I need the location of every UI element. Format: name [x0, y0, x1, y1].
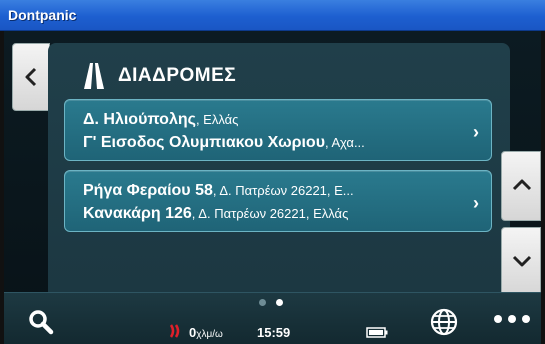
route-item[interactable]: Δ. Ηλιούπολης, Ελλάς Γ' Εισοδος Ολυμπιακ…	[64, 99, 492, 161]
more-dot	[522, 315, 530, 323]
more-dot	[494, 315, 502, 323]
route-destination: Κανακάρη 126, Δ. Πατρέων 26221, Ελλάς	[83, 205, 455, 223]
window-titlebar: Dontpanic	[0, 0, 545, 31]
route-destination: Γ' Εισοδος Ολυμπιακου Χωριου, Αχα...	[83, 134, 455, 152]
bottom-toolbar: 0χλμ/ω 15:59	[4, 292, 541, 344]
chevron-down-icon	[512, 255, 532, 267]
chevron-left-icon	[25, 67, 37, 87]
clock: 15:59	[257, 325, 291, 340]
road-icon	[84, 63, 104, 89]
chevron-right-icon: ›	[473, 193, 479, 213]
route-destination-detail: , Αχα...	[325, 135, 365, 150]
navigation-screen: ΔΙΑΔΡΟΜΕΣ Δ. Ηλιούπολης, Ελλάς Γ' Εισοδο…	[4, 31, 541, 344]
page-indicator	[259, 299, 283, 306]
window-title: Dontpanic	[8, 7, 77, 23]
more-icon[interactable]	[494, 315, 530, 323]
page-dot-active	[276, 299, 283, 306]
route-item[interactable]: Ρήγα Φεραίου 58, Δ. Πατρέων 26221, Ε... …	[64, 170, 492, 232]
scroll-up-button[interactable]	[501, 151, 541, 221]
panel-title: ΔΙΑΔΡΟΜΕΣ	[118, 65, 237, 86]
routes-panel: ΔΙΑΔΡΟΜΕΣ Δ. Ηλιούπολης, Ελλάς Γ' Εισοδο…	[48, 43, 510, 315]
more-dot	[508, 315, 516, 323]
battery-icon	[366, 327, 388, 338]
route-origin-detail: , Δ. Πατρέων 26221, Ε...	[212, 183, 354, 198]
page-dot	[259, 299, 266, 306]
search-icon[interactable]	[28, 309, 54, 335]
scroll-down-button[interactable]	[501, 227, 541, 297]
route-origin-street: Ρήγα Φεραίου 58	[83, 182, 213, 199]
route-destination-detail: , Δ. Πατρέων 26221, Ελλάς	[191, 206, 349, 221]
route-origin-street: Δ. Ηλιούπολης	[83, 111, 196, 128]
route-origin: Ρήγα Φεραίου 58, Δ. Πατρέων 26221, Ε...	[83, 182, 455, 200]
route-destination-street: Κανακάρη 126	[83, 205, 192, 222]
chevron-right-icon: ›	[473, 122, 479, 142]
speed-unit: χλμ/ω	[196, 329, 223, 340]
route-origin: Δ. Ηλιούπολης, Ελλάς	[83, 111, 455, 129]
route-destination-street: Γ' Εισοδος Ολυμπιακου Χωριου	[83, 134, 326, 151]
speed-readout: 0χλμ/ω	[189, 325, 223, 340]
chevron-up-icon	[512, 179, 532, 191]
speed-icon	[169, 324, 180, 338]
back-button[interactable]	[12, 43, 50, 111]
globe-icon[interactable]	[430, 308, 458, 336]
route-origin-detail: , Ελλάς	[195, 112, 239, 127]
panel-header: ΔΙΑΔΡΟΜΕΣ	[82, 61, 236, 91]
